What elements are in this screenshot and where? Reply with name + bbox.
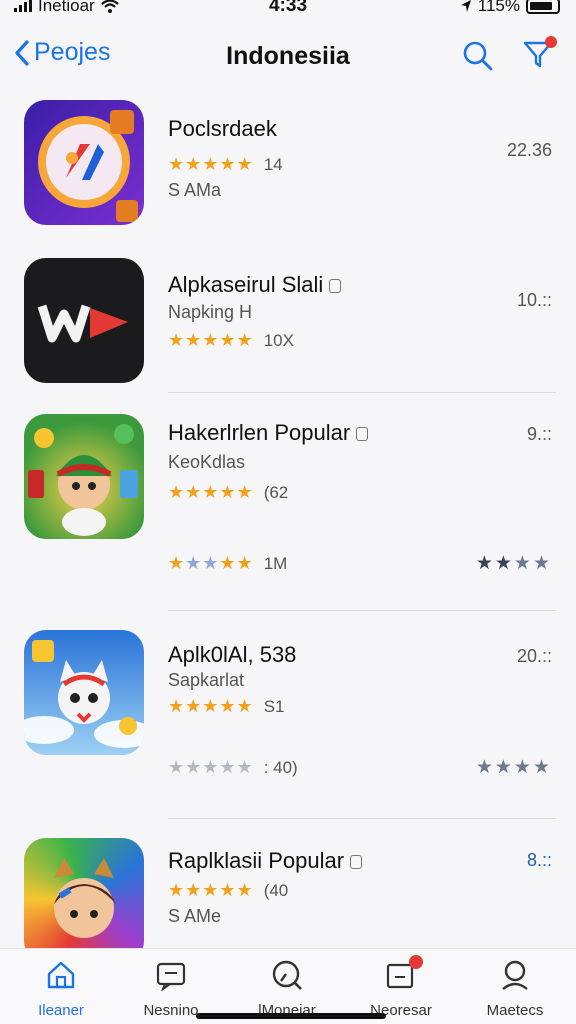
app-icon xyxy=(24,414,144,539)
star-rating: ★★★★★ xyxy=(168,553,254,573)
location-icon xyxy=(460,0,471,12)
app-badge-icon xyxy=(356,427,369,442)
divider xyxy=(168,392,556,393)
notification-badge xyxy=(409,955,423,969)
message-icon xyxy=(155,959,187,992)
search-icon xyxy=(463,41,493,71)
app-name: Raplklasii Popular xyxy=(168,848,363,874)
app-row[interactable]: Alpkaseirul Slali Napking H ★★★★★ 10X 10… xyxy=(0,256,576,386)
tab-profile[interactable]: Maetecs xyxy=(460,959,570,1019)
rating-count: (40 xyxy=(263,880,289,900)
rating-count: : 40) xyxy=(263,757,298,777)
rating-count: 14 xyxy=(263,154,283,174)
app-badge-icon xyxy=(329,279,342,294)
battery-percent: 115% xyxy=(477,0,520,15)
secondary-star-rating: ★★★★ xyxy=(475,757,552,778)
home-icon xyxy=(45,959,77,991)
app-name: Hakerlrlen Popular xyxy=(168,420,369,446)
tab-label: Ileaner xyxy=(38,1002,84,1019)
rating-count: 10X xyxy=(263,330,294,350)
filter-badge xyxy=(545,36,557,48)
search-icon xyxy=(271,959,303,991)
app-row[interactable]: Raplklasii Popular ★★★★★ (40 S AMe 8.:: xyxy=(0,838,576,948)
search-button[interactable] xyxy=(462,40,494,77)
app-name: Aplk0lAl, 538 xyxy=(168,642,297,667)
star-rating: ★★★★★ xyxy=(168,757,254,777)
notifications-icon xyxy=(385,955,423,991)
app-row[interactable]: Poclsrdaek ★★★★★ 14 S AMa 22.36 xyxy=(0,98,576,228)
extra-rating-row: ★★★★★ 1M ★★★★ xyxy=(168,552,552,575)
app-rating: ★★★★★ (62 xyxy=(168,482,288,503)
extra-rating-row: ★★★★★ : 40) ★★★★ xyxy=(168,756,552,779)
tab-search[interactable]: lMoneiar xyxy=(232,959,342,1019)
app-price: 8.:: xyxy=(526,850,552,870)
app-price: 20.:: xyxy=(516,646,552,666)
star-rating: ★★★★★ xyxy=(168,880,254,900)
app-subtitle: KeoKdlas xyxy=(168,452,246,472)
app-row[interactable]: Aplk0lAl, 538 Sapkarlat ★★★★★ S1 20.:: ★… xyxy=(0,630,576,810)
app-subtitle: S AMa xyxy=(168,180,222,200)
star-rating: ★★★★★ xyxy=(168,154,254,174)
rating-count: S1 xyxy=(263,696,285,716)
star-rating: ★★★★★ xyxy=(168,696,254,716)
app-badge-icon xyxy=(350,855,363,870)
app-icon xyxy=(24,258,144,383)
star-rating: ★★★★★ xyxy=(168,482,254,502)
filter-button[interactable] xyxy=(522,36,557,75)
tab-messages[interactable]: Nesnino xyxy=(116,959,226,1019)
app-subtitle: S AMe xyxy=(168,906,222,926)
app-price: 10.:: xyxy=(516,290,552,310)
tab-home[interactable]: Ileaner xyxy=(6,959,116,1019)
battery-icon xyxy=(526,0,560,14)
app-price: 22.36 xyxy=(506,140,552,160)
rating-count: (62 xyxy=(263,482,289,502)
app-name: Poclsrdaek xyxy=(168,116,277,141)
home-indicator xyxy=(196,1013,386,1019)
app-subtitle: Napking H xyxy=(168,302,253,322)
status-bar: Inetioar 4:33 115% xyxy=(0,0,576,20)
app-rating: ★★★★★ S1 xyxy=(168,696,284,717)
app-rating: ★★★★★ 14 xyxy=(168,154,283,175)
app-rating: ★★★★★ (40 xyxy=(168,880,288,901)
app-subtitle: Sapkarlat xyxy=(168,670,245,690)
app-icon xyxy=(24,100,144,225)
navigation-bar: Peojes Indonesiia xyxy=(0,30,576,84)
app-rating: ★★★★★ 10X xyxy=(168,330,294,351)
profile-icon xyxy=(499,959,531,991)
app-icon xyxy=(24,838,144,948)
secondary-star-rating: ★★★★ xyxy=(475,553,552,574)
divider xyxy=(168,818,556,819)
app-icon xyxy=(24,630,144,755)
app-name: Alpkaseirul Slali xyxy=(168,272,342,298)
app-row[interactable]: Hakerlrlen Popular KeoKdlas ★★★★★ (62 9.… xyxy=(0,412,576,602)
rating-count: 1M xyxy=(263,553,288,573)
tab-label: Maetecs xyxy=(486,1002,544,1019)
star-rating: ★★★★★ xyxy=(168,330,254,350)
app-price: 9.:: xyxy=(526,424,552,444)
divider xyxy=(168,610,556,611)
tab-notifications[interactable]: Neoresar xyxy=(346,955,456,1019)
